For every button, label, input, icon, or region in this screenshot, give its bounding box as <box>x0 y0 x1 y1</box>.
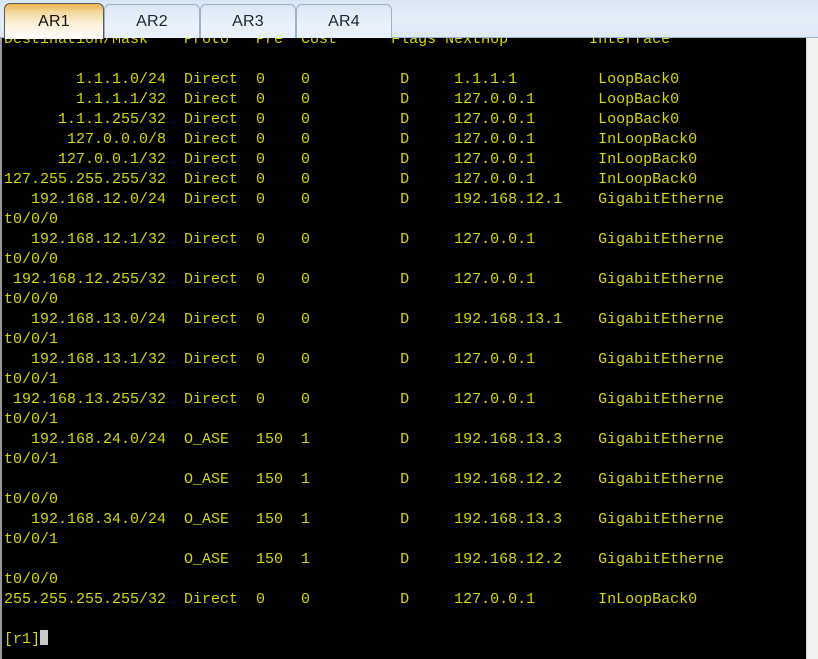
route-row: 192.168.34.0/24 O_ASE 150 1 D 192.168.13… <box>4 511 725 528</box>
tab-ar1[interactable]: AR1 <box>4 3 104 39</box>
route-row-wrap: t0/0/0 <box>4 491 59 508</box>
route-row: 127.0.0.0/8 Direct 0 0 D 127.0.0.1 InLoo… <box>4 131 698 148</box>
route-row: 255.255.255.255/32 Direct 0 0 D 127.0.0.… <box>4 591 698 608</box>
prompt-text: [r1] <box>4 631 41 648</box>
route-row-wrap: t0/0/1 <box>4 411 59 428</box>
tab-label: AR3 <box>232 12 264 30</box>
route-row: 192.168.12.1/32 Direct 0 0 D 127.0.0.1 G… <box>4 231 725 248</box>
route-row: 127.0.0.1/32 Direct 0 0 D 127.0.0.1 InLo… <box>4 151 698 168</box>
route-row: O_ASE 150 1 D 192.168.12.2 GigabitEthern… <box>4 551 725 568</box>
route-row-wrap: t0/0/1 <box>4 531 59 548</box>
command-prompt[interactable]: [r1] <box>2 630 806 650</box>
terminal-right-gutter[interactable] <box>806 38 818 659</box>
route-row-wrap: t0/0/0 <box>4 571 59 588</box>
route-row-wrap: t0/0/1 <box>4 451 59 468</box>
route-row: 192.168.13.1/32 Direct 0 0 D 127.0.0.1 G… <box>4 351 725 368</box>
table-header-row: Destination/Mask Proto Pre Cost Flags Ne… <box>4 38 671 48</box>
route-row-wrap: t0/0/0 <box>4 291 59 308</box>
route-row: O_ASE 150 1 D 192.168.12.2 GigabitEthern… <box>4 471 725 488</box>
route-row: 192.168.13.255/32 Direct 0 0 D 127.0.0.1… <box>4 391 725 408</box>
router-cli-window: AR1 AR2 AR3 AR4 Destination/Mask Proto Pre … <box>0 0 818 659</box>
route-row: 192.168.24.0/24 O_ASE 150 1 D 192.168.13… <box>4 431 725 448</box>
tab-label: AR2 <box>136 12 168 30</box>
text-cursor <box>40 630 49 645</box>
route-row: 1.1.1.1/32 Direct 0 0 D 127.0.0.1 LoopBa… <box>4 91 680 108</box>
route-row-wrap: t0/0/1 <box>4 371 59 388</box>
route-row: 1.1.1.255/32 Direct 0 0 D 127.0.0.1 Loop… <box>4 111 680 128</box>
route-row: 192.168.13.0/24 Direct 0 0 D 192.168.13.… <box>4 311 725 328</box>
route-row: 192.168.12.255/32 Direct 0 0 D 127.0.0.1… <box>4 271 725 288</box>
tab-label: AR4 <box>328 12 360 30</box>
route-row: 127.255.255.255/32 Direct 0 0 D 127.0.0.… <box>4 171 698 188</box>
device-tab-bar: AR1 AR2 AR3 AR4 <box>0 0 818 39</box>
terminal-console[interactable]: Destination/Mask Proto Pre Cost Flags Ne… <box>0 38 806 659</box>
route-row-wrap: t0/0/0 <box>4 211 59 228</box>
route-row-wrap: t0/0/0 <box>4 251 59 268</box>
tab-ar4[interactable]: AR4 <box>296 4 392 38</box>
tab-ar3[interactable]: AR3 <box>200 4 296 38</box>
route-row: 192.168.12.0/24 Direct 0 0 D 192.168.12.… <box>4 191 725 208</box>
tab-ar2[interactable]: AR2 <box>104 4 200 38</box>
terminal-area: Destination/Mask Proto Pre Cost Flags Ne… <box>0 38 818 659</box>
route-row-wrap: t0/0/1 <box>4 331 59 348</box>
terminal-output: Destination/Mask Proto Pre Cost Flags Ne… <box>2 38 806 650</box>
tab-label: AR1 <box>38 12 70 30</box>
route-row: 1.1.1.0/24 Direct 0 0 D 1.1.1.1 LoopBack… <box>4 71 680 88</box>
